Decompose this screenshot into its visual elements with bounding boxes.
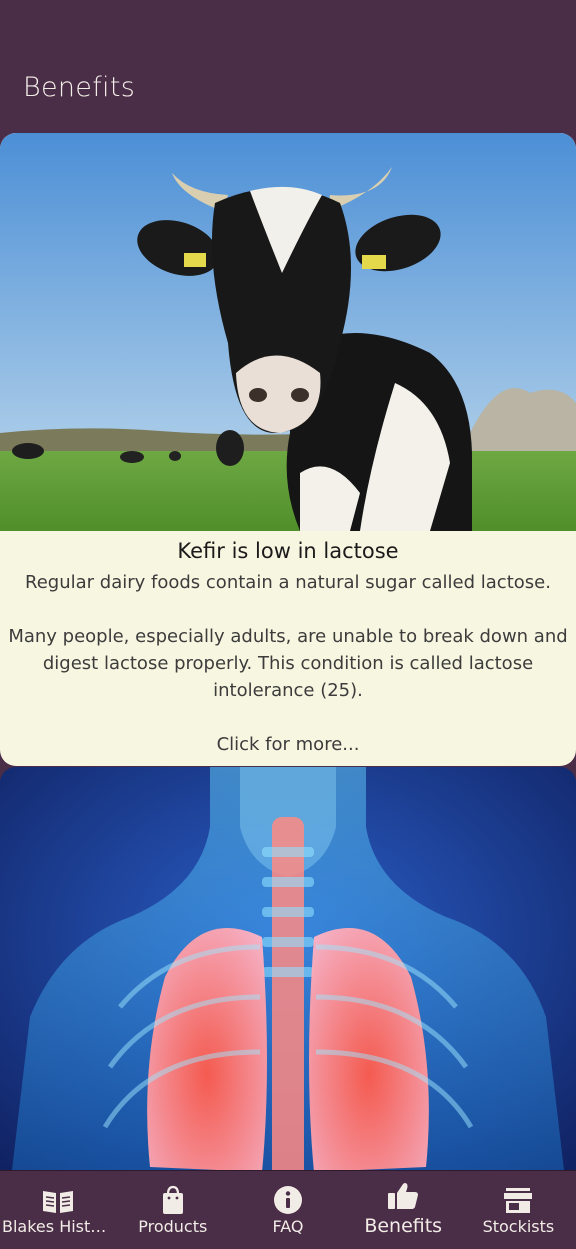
card-description: Regular dairy foods contain a natural su… [8, 572, 568, 701]
nav-item-products[interactable]: Products [115, 1171, 230, 1249]
benefit-card-lactose[interactable]: Kefir is low in lactose Regular dairy fo… [0, 133, 576, 766]
benefits-list[interactable]: Kefir is low in lactose Regular dairy fo… [0, 133, 576, 1170]
book-icon [42, 1191, 73, 1213]
nav-label: Benefits [364, 1215, 443, 1237]
nav-item-benefits[interactable]: Benefits [346, 1171, 461, 1249]
lungs-xray-image [0, 767, 576, 1170]
nav-label: Stockists [482, 1217, 555, 1236]
page-title: Benefits [23, 72, 136, 103]
nav-label: Blakes Histo... [2, 1217, 116, 1236]
nav-item-faq[interactable]: FAQ [230, 1171, 345, 1249]
shopping-bag-icon [162, 1185, 183, 1214]
benefit-card-lungs[interactable] [0, 767, 576, 1170]
thumbs-up-icon [388, 1183, 419, 1209]
nav-item-blakes-history[interactable]: Blakes Histo... [0, 1171, 115, 1249]
nav-item-stockists[interactable]: Stockists [461, 1171, 576, 1249]
store-icon [504, 1188, 533, 1213]
card-title: Kefir is low in lactose [177, 539, 399, 563]
bottom-navigation: Blakes Histo... Products FAQ Benefits St… [0, 1170, 576, 1249]
click-for-more-link[interactable]: Click for more... [0, 731, 576, 758]
cow-image [0, 133, 576, 531]
app-bar: Benefits [0, 0, 576, 133]
info-icon [274, 1186, 302, 1214]
card-text: Kefir is low in lactose Regular dairy fo… [0, 531, 576, 758]
nav-label: FAQ [272, 1217, 304, 1236]
nav-label: Products [138, 1217, 208, 1236]
